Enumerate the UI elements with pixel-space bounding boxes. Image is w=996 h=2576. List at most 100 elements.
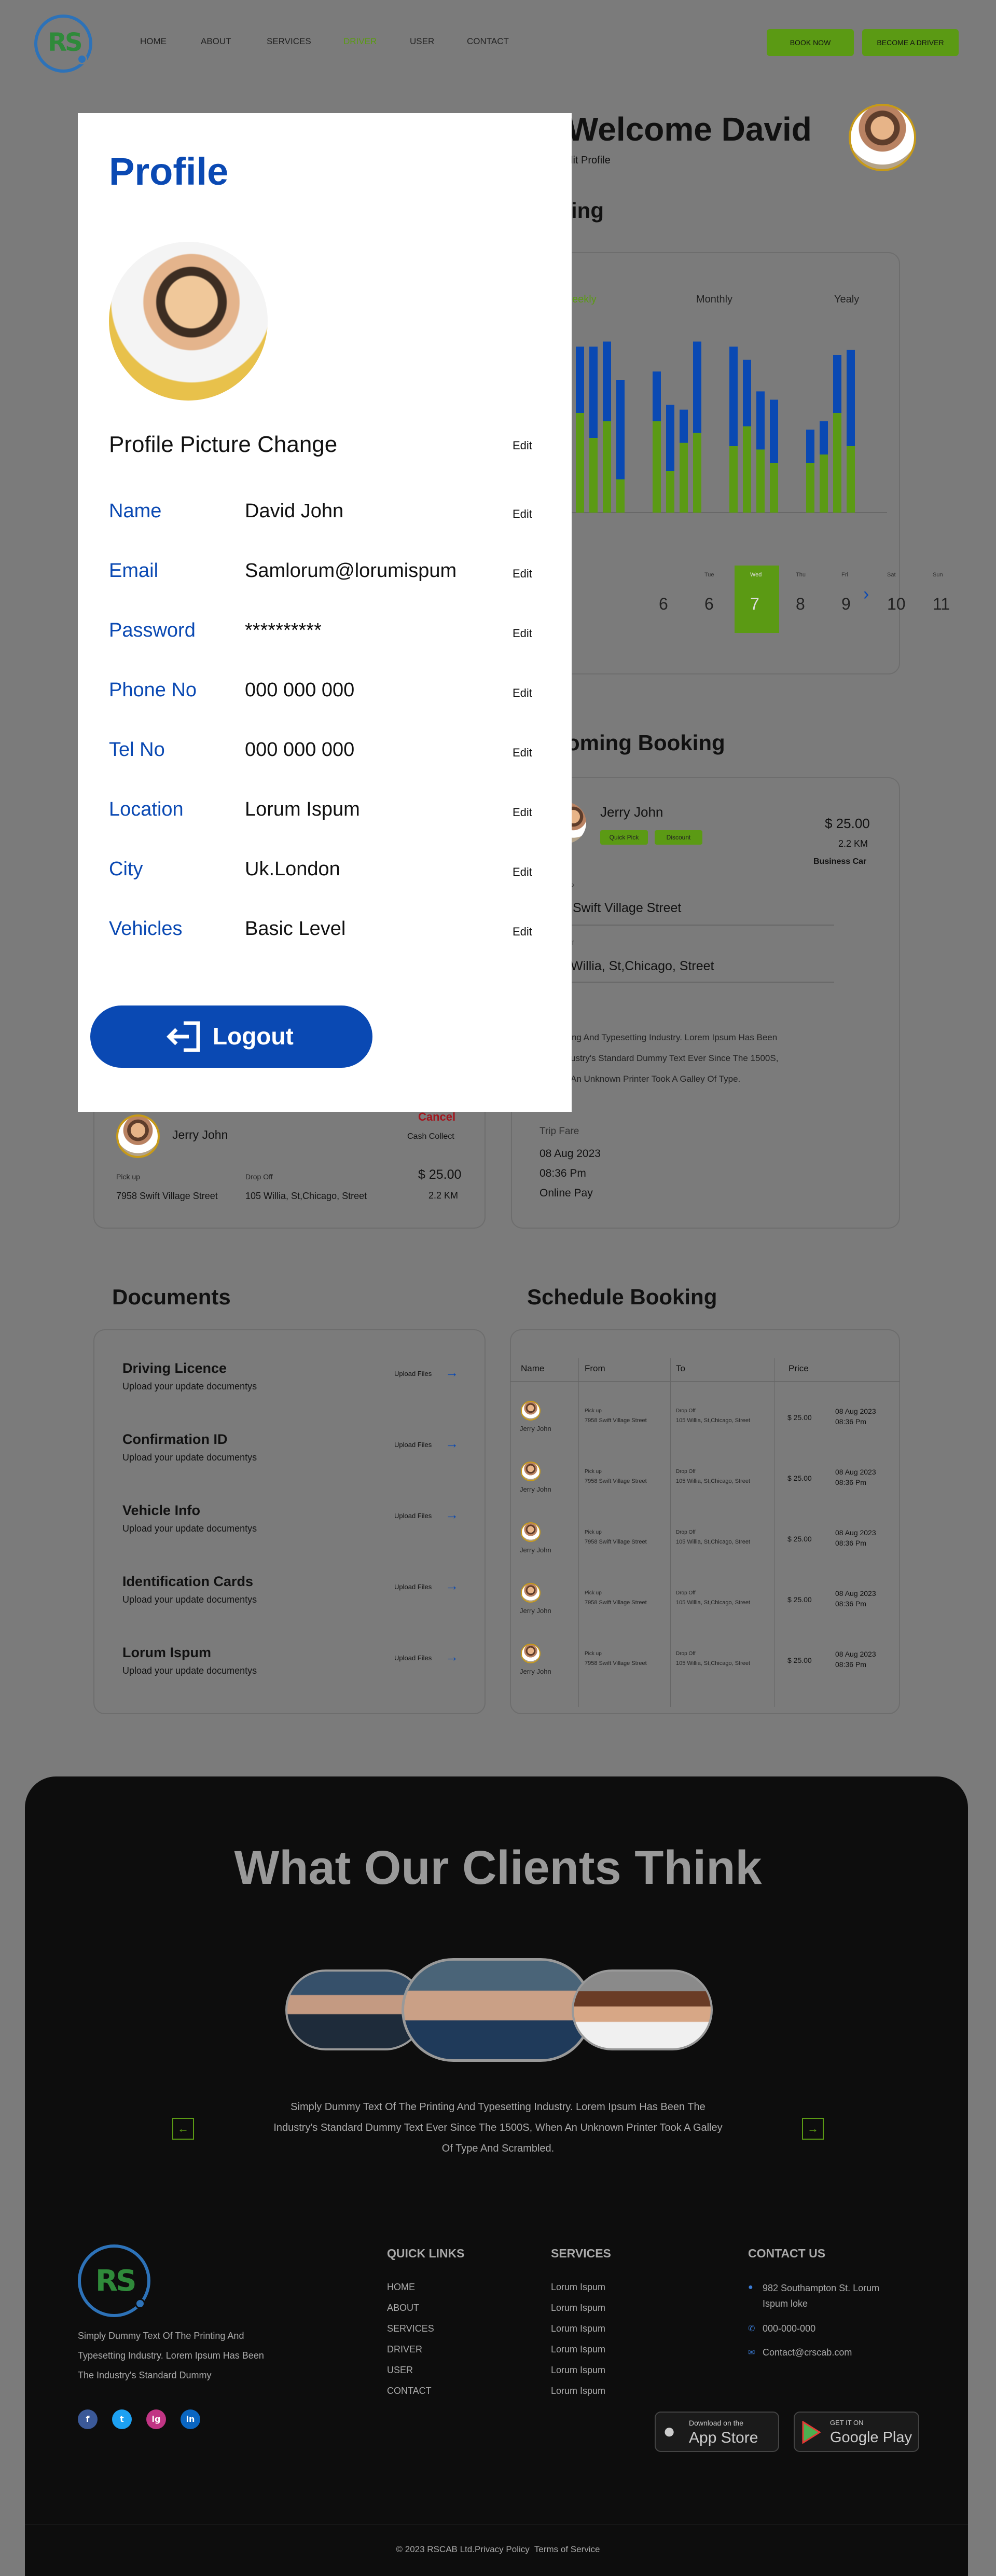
linkedin-icon[interactable]: in bbox=[181, 2409, 200, 2429]
service-link[interactable]: Lorum Ispum bbox=[551, 2365, 605, 2376]
bar-blue bbox=[770, 400, 778, 463]
tab-weekly[interactable]: eekly bbox=[572, 294, 597, 306]
day-number[interactable]: 6 bbox=[659, 595, 668, 614]
quick-link[interactable]: DRIVER bbox=[387, 2344, 422, 2355]
table-row-time: 08:36 Pm bbox=[835, 1478, 866, 1486]
contact-phone[interactable]: 000-000-000 bbox=[763, 2323, 815, 2334]
testimonial-line-1: Simply Dummy Text Of The Printing And Ty… bbox=[290, 2101, 706, 2113]
tab-yearly[interactable]: Yealy bbox=[834, 294, 859, 306]
service-link[interactable]: Lorum Ispum bbox=[551, 2282, 605, 2293]
profile-field-value: Basic Level bbox=[245, 918, 346, 940]
pickup-label: Pick up bbox=[585, 1469, 602, 1475]
edit-vehicles-link[interactable]: Edit bbox=[513, 925, 532, 939]
day-label[interactable]: Fri bbox=[841, 572, 848, 578]
pickup-label: Pick up bbox=[585, 1408, 602, 1414]
arrow-right-icon[interactable]: → bbox=[445, 1578, 459, 1594]
day-label[interactable]: Wed bbox=[750, 572, 762, 578]
app-store-button[interactable]: ● Download on the App Store bbox=[655, 2412, 779, 2452]
contact-email[interactable]: Contact@crscab.com bbox=[763, 2347, 852, 2358]
service-link[interactable]: Lorum Ispum bbox=[551, 2386, 605, 2396]
book-now-button[interactable]: BOOK NOW bbox=[767, 29, 854, 56]
instagram-icon[interactable]: ig bbox=[146, 2409, 166, 2429]
quick-link[interactable]: USER bbox=[387, 2365, 413, 2376]
nav-contact[interactable]: CONTACT bbox=[467, 36, 509, 47]
day-label[interactable]: Tue bbox=[704, 572, 714, 578]
day-number[interactable]: 7 bbox=[750, 595, 759, 614]
next-arrow-icon[interactable]: › bbox=[863, 584, 869, 604]
edit-tel-no-link[interactable]: Edit bbox=[513, 746, 532, 760]
day-number[interactable]: 9 bbox=[841, 595, 851, 614]
day-label[interactable]: Thu bbox=[796, 572, 806, 578]
document-subtitle: Upload your update documentys bbox=[122, 1665, 257, 1676]
client-photo-3[interactable] bbox=[572, 1969, 713, 2050]
table-row-date: 08 Aug 2023 bbox=[835, 1407, 876, 1415]
pickup-address: 7958 Swift Village Street bbox=[116, 1191, 218, 1201]
bar-green bbox=[576, 413, 584, 513]
client-photo-2[interactable] bbox=[402, 1958, 592, 2062]
quick-link[interactable]: ABOUT bbox=[387, 2303, 419, 2313]
service-link[interactable]: Lorum Ispum bbox=[551, 2323, 605, 2334]
column-divider bbox=[774, 1358, 775, 1707]
arrow-right-icon[interactable]: → bbox=[445, 1436, 459, 1452]
tab-monthly[interactable]: Monthly bbox=[696, 294, 732, 306]
quick-link[interactable]: CONTACT bbox=[387, 2386, 432, 2396]
day-number[interactable]: 11 bbox=[933, 595, 950, 614]
nav-driver[interactable]: DRIVER bbox=[343, 36, 377, 47]
edit-city-link[interactable]: Edit bbox=[513, 865, 532, 879]
logout-button[interactable]: Logout bbox=[90, 1005, 372, 1068]
day-selector: 6 Tue 6 Wed 7 Thu 8 Fri 9 Sat 10 Sun 11 bbox=[560, 566, 950, 640]
service-link[interactable]: Lorum Ispum bbox=[551, 2303, 605, 2313]
bar-green bbox=[806, 463, 814, 513]
nav-about[interactable]: ABOUT bbox=[201, 36, 231, 47]
profile-field-label: Phone No bbox=[109, 679, 197, 701]
profile-field-label: Name bbox=[109, 500, 162, 522]
edit-phone-no-link[interactable]: Edit bbox=[513, 686, 532, 700]
day-label[interactable]: Sun bbox=[933, 572, 943, 578]
upload-files-link[interactable]: Upload Files bbox=[394, 1654, 432, 1662]
nav-services[interactable]: SERVICES bbox=[267, 36, 311, 47]
bar-blue bbox=[693, 341, 701, 433]
service-link[interactable]: Lorum Ispum bbox=[551, 2344, 605, 2355]
upload-files-link[interactable]: Upload Files bbox=[394, 1512, 432, 1520]
become-driver-button[interactable]: BECOME A DRIVER bbox=[862, 29, 959, 56]
profile-field-value: Samlorum@lorumispum bbox=[245, 560, 457, 582]
nav-user[interactable]: USER bbox=[410, 36, 434, 47]
facebook-icon[interactable]: f bbox=[78, 2409, 98, 2429]
profile-field-label: Location bbox=[109, 798, 184, 820]
upload-files-link[interactable]: Upload Files bbox=[394, 1583, 432, 1591]
edit-email-link[interactable]: Edit bbox=[513, 567, 532, 581]
phone-icon: ✆ bbox=[748, 2324, 755, 2333]
arrow-right-icon[interactable]: → bbox=[445, 1649, 459, 1665]
bar-green bbox=[820, 454, 828, 513]
twitter-icon[interactable]: t bbox=[112, 2409, 132, 2429]
avatar bbox=[521, 1583, 541, 1603]
avatar[interactable] bbox=[849, 104, 916, 171]
edit-picture-link[interactable]: Edit bbox=[513, 439, 532, 452]
arrow-right-icon[interactable]: → bbox=[445, 1365, 459, 1381]
upload-files-link[interactable]: Upload Files bbox=[394, 1441, 432, 1449]
arrow-right-icon[interactable]: → bbox=[445, 1507, 459, 1523]
edit-name-link[interactable]: Edit bbox=[513, 507, 532, 521]
location-icon: ● bbox=[748, 2283, 753, 2292]
day-label[interactable]: Sat bbox=[887, 572, 896, 578]
quick-link[interactable]: SERVICES bbox=[387, 2323, 434, 2334]
footer-about-1: Simply Dummy Text Of The Printing And bbox=[78, 2331, 244, 2341]
edit-location-link[interactable]: Edit bbox=[513, 806, 532, 819]
day-number[interactable]: 10 bbox=[887, 595, 906, 614]
table-header: To bbox=[676, 1363, 685, 1373]
profile-photo[interactable] bbox=[109, 242, 268, 401]
upload-files-link[interactable]: Upload Files bbox=[394, 1370, 432, 1377]
document-title: Driving Licence bbox=[122, 1360, 227, 1376]
day-number[interactable]: 6 bbox=[704, 595, 714, 614]
table-row-from: 7958 Swift Village Street bbox=[585, 1478, 647, 1484]
footer-logo[interactable]: RS bbox=[78, 2244, 150, 2317]
document-subtitle: Upload your update documentys bbox=[122, 1452, 257, 1463]
nav-home[interactable]: HOME bbox=[140, 36, 167, 47]
day-number[interactable]: 8 bbox=[796, 595, 805, 614]
edit-password-link[interactable]: Edit bbox=[513, 627, 532, 640]
site-footer bbox=[25, 1776, 968, 2576]
google-play-button[interactable]: GET IT ON Google Play bbox=[794, 2412, 919, 2452]
divider bbox=[571, 982, 834, 983]
table-header: Price bbox=[789, 1363, 809, 1373]
quick-link[interactable]: HOME bbox=[387, 2282, 415, 2293]
